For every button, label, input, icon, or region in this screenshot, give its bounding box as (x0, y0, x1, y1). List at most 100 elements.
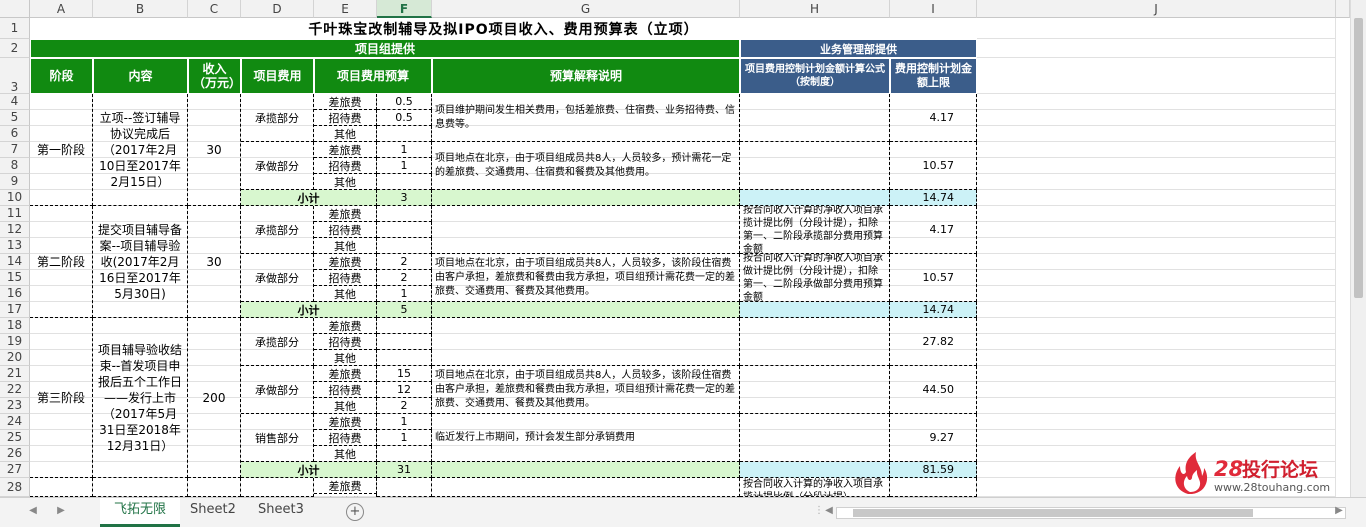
limit-undertake[interactable]: 27.82 (890, 318, 977, 366)
column-header-j[interactable]: J (977, 0, 1336, 18)
column-header-h[interactable]: H (740, 0, 890, 18)
horizontal-scroll-thumb[interactable] (853, 509, 1253, 517)
column-header-i[interactable]: I (890, 0, 977, 18)
fee-value-other[interactable] (377, 126, 432, 142)
formula-sales[interactable] (740, 414, 890, 462)
limit-contract[interactable]: 10.57 (890, 142, 977, 190)
subtotal-value[interactable]: 3 (377, 190, 432, 206)
limit-undertake[interactable]: 4.17 (890, 206, 977, 254)
fee-value-other[interactable] (377, 350, 432, 366)
fee-value-other[interactable]: 1 (377, 286, 432, 302)
add-sheet-icon[interactable]: + (346, 503, 364, 521)
subtotal-limit[interactable]: 81.59 (890, 462, 977, 478)
fee-value-travel[interactable]: 15 (377, 366, 432, 382)
fee-value-travel[interactable]: 1 (377, 414, 432, 430)
row-header-23[interactable]: 23 (0, 398, 30, 414)
explain-undertake[interactable] (432, 318, 740, 366)
fee-value-other[interactable] (377, 174, 432, 190)
explain-undertake[interactable] (432, 206, 740, 254)
row-header-21[interactable]: 21 (0, 366, 30, 382)
row-header-5[interactable]: 5 (0, 110, 30, 126)
stage-income[interactable]: 30 (188, 94, 241, 206)
scroll-tabs-left-icon[interactable]: ◀ (26, 504, 40, 518)
subtotal-value[interactable]: 5 (377, 302, 432, 318)
sheet-tab-2[interactable]: Sheet2 (176, 498, 250, 524)
formula-contract[interactable] (740, 142, 890, 190)
fee-value-entertain[interactable] (377, 334, 432, 350)
subtotal-limit[interactable]: 14.74 (890, 302, 977, 318)
spreadsheet-grid[interactable]: A B C D E F G H I J 1 2 3 4 5 6 7 8 9 10 11 12 13 14 15 16 17 18 19 2… (0, 0, 1350, 497)
row-header-1[interactable]: 1 (0, 18, 30, 39)
row-header-4[interactable]: 4 (0, 94, 30, 110)
explain-sales[interactable]: 临近发行上市期间，预计会发生部分承销费用 (432, 414, 740, 462)
row-header-14[interactable]: 14 (0, 254, 30, 270)
fee-value-entertain[interactable]: 0.5 (377, 110, 432, 126)
stage-income[interactable]: 200 (188, 318, 241, 478)
row-header-24[interactable]: 24 (0, 414, 30, 430)
column-header-f[interactable]: F (377, 0, 432, 18)
limit-contract[interactable]: 10.57 (890, 254, 977, 302)
hscroll-right-icon[interactable]: ▶ (1332, 504, 1346, 518)
column-header-d[interactable]: D (241, 0, 314, 18)
explain-undertake[interactable]: 项目维护期间发生相关费用，包括差旅费、住宿费、业务招待费、信息费等。 (432, 94, 740, 142)
scroll-tabs-right-icon[interactable]: ▶ (54, 504, 68, 518)
row-header-6[interactable]: 6 (0, 126, 30, 142)
limit-sales[interactable]: 9.27 (890, 414, 977, 462)
row-header-7[interactable]: 7 (0, 142, 30, 158)
row-header-8[interactable]: 8 (0, 158, 30, 174)
hscroll-left-icon[interactable]: ◀ (822, 504, 836, 518)
row-header-2[interactable]: 2 (0, 39, 30, 58)
row-header-20[interactable]: 20 (0, 350, 30, 366)
row-header-15[interactable]: 15 (0, 270, 30, 286)
fee-value-travel[interactable]: 0.5 (377, 94, 432, 110)
fee-value-entertain[interactable] (377, 222, 432, 238)
row-header-12[interactable]: 12 (0, 222, 30, 238)
row-header-13[interactable]: 13 (0, 238, 30, 254)
row-header-11[interactable]: 11 (0, 206, 30, 222)
fee-value-other[interactable] (377, 238, 432, 254)
fee-value-travel[interactable]: 2 (377, 254, 432, 270)
subtotal-value[interactable]: 31 (377, 462, 432, 478)
row-header-27[interactable]: 27 (0, 462, 30, 478)
formula-contract[interactable]: 按合同收入计算的净收入项目承做计提比例（分段计提），扣除第一、二阶段承做部分费用… (740, 254, 890, 302)
vertical-scroll-thumb[interactable] (1354, 18, 1363, 298)
horizontal-scrollbar[interactable] (836, 507, 1346, 519)
row-header-25[interactable]: 25 (0, 430, 30, 446)
column-header-g[interactable]: G (432, 0, 740, 18)
limit-undertake[interactable]: 4.17 (890, 94, 977, 142)
formula-undertake[interactable] (740, 94, 890, 142)
row-header-26[interactable]: 26 (0, 446, 30, 462)
row-header-19[interactable]: 19 (0, 334, 30, 350)
explain-contract[interactable]: 项目地点在北京，由于项目组成员共8人，人员较多，该阶段住宿费由客户承担，差旅费和… (432, 366, 740, 414)
explain-contract[interactable]: 项目地点在北京，由于项目组成员共8人，人员较多，预计需花一定的差旅费、交通费用、… (432, 142, 740, 190)
fee-value-travel[interactable] (377, 318, 432, 334)
subtotal-limit[interactable]: 14.74 (890, 190, 977, 206)
fee-value-other[interactable] (377, 446, 432, 462)
explain-contract[interactable]: 项目地点在北京，由于项目组成员共8人，人员较多，该阶段住宿费由客户承担，差旅费和… (432, 254, 740, 302)
limit-contract[interactable]: 44.50 (890, 366, 977, 414)
row-header-17[interactable]: 17 (0, 302, 30, 318)
fee-value-entertain[interactable]: 1 (377, 430, 432, 446)
fee-value-travel[interactable] (377, 206, 432, 222)
row-header-3[interactable]: 3 (0, 58, 30, 94)
stage4-formula[interactable]: 按合同收入计算的净收入项目承揽计提比例（分段计提）， (740, 478, 890, 497)
row-header-22[interactable]: 22 (0, 382, 30, 398)
fee-value-entertain[interactable]: 1 (377, 158, 432, 174)
row-header-10[interactable]: 10 (0, 190, 30, 206)
fee-value-entertain[interactable]: 12 (377, 382, 432, 398)
column-header-a[interactable]: A (30, 0, 93, 18)
fee-value-other[interactable]: 2 (377, 398, 432, 414)
sheet-tab-3[interactable]: Sheet3 (244, 498, 318, 524)
formula-contract[interactable] (740, 366, 890, 414)
fee-value-travel[interactable]: 1 (377, 142, 432, 158)
row-header-28[interactable]: 28 (0, 478, 30, 497)
stage-income[interactable]: 30 (188, 206, 241, 318)
row-header-9[interactable]: 9 (0, 174, 30, 190)
row-header-16[interactable]: 16 (0, 286, 30, 302)
formula-undertake[interactable]: 按合同收入计算的净收入项目承揽计提比例（分段计提），扣除第一、二阶段承揽部分费用… (740, 206, 890, 254)
column-header-e[interactable]: E (314, 0, 377, 18)
row-header-18[interactable]: 18 (0, 318, 30, 334)
stage4-limit[interactable]: 105.24 (890, 478, 977, 497)
column-header-c[interactable]: C (188, 0, 241, 18)
sheet-tab-1[interactable]: 飞拓无限 (100, 498, 181, 527)
